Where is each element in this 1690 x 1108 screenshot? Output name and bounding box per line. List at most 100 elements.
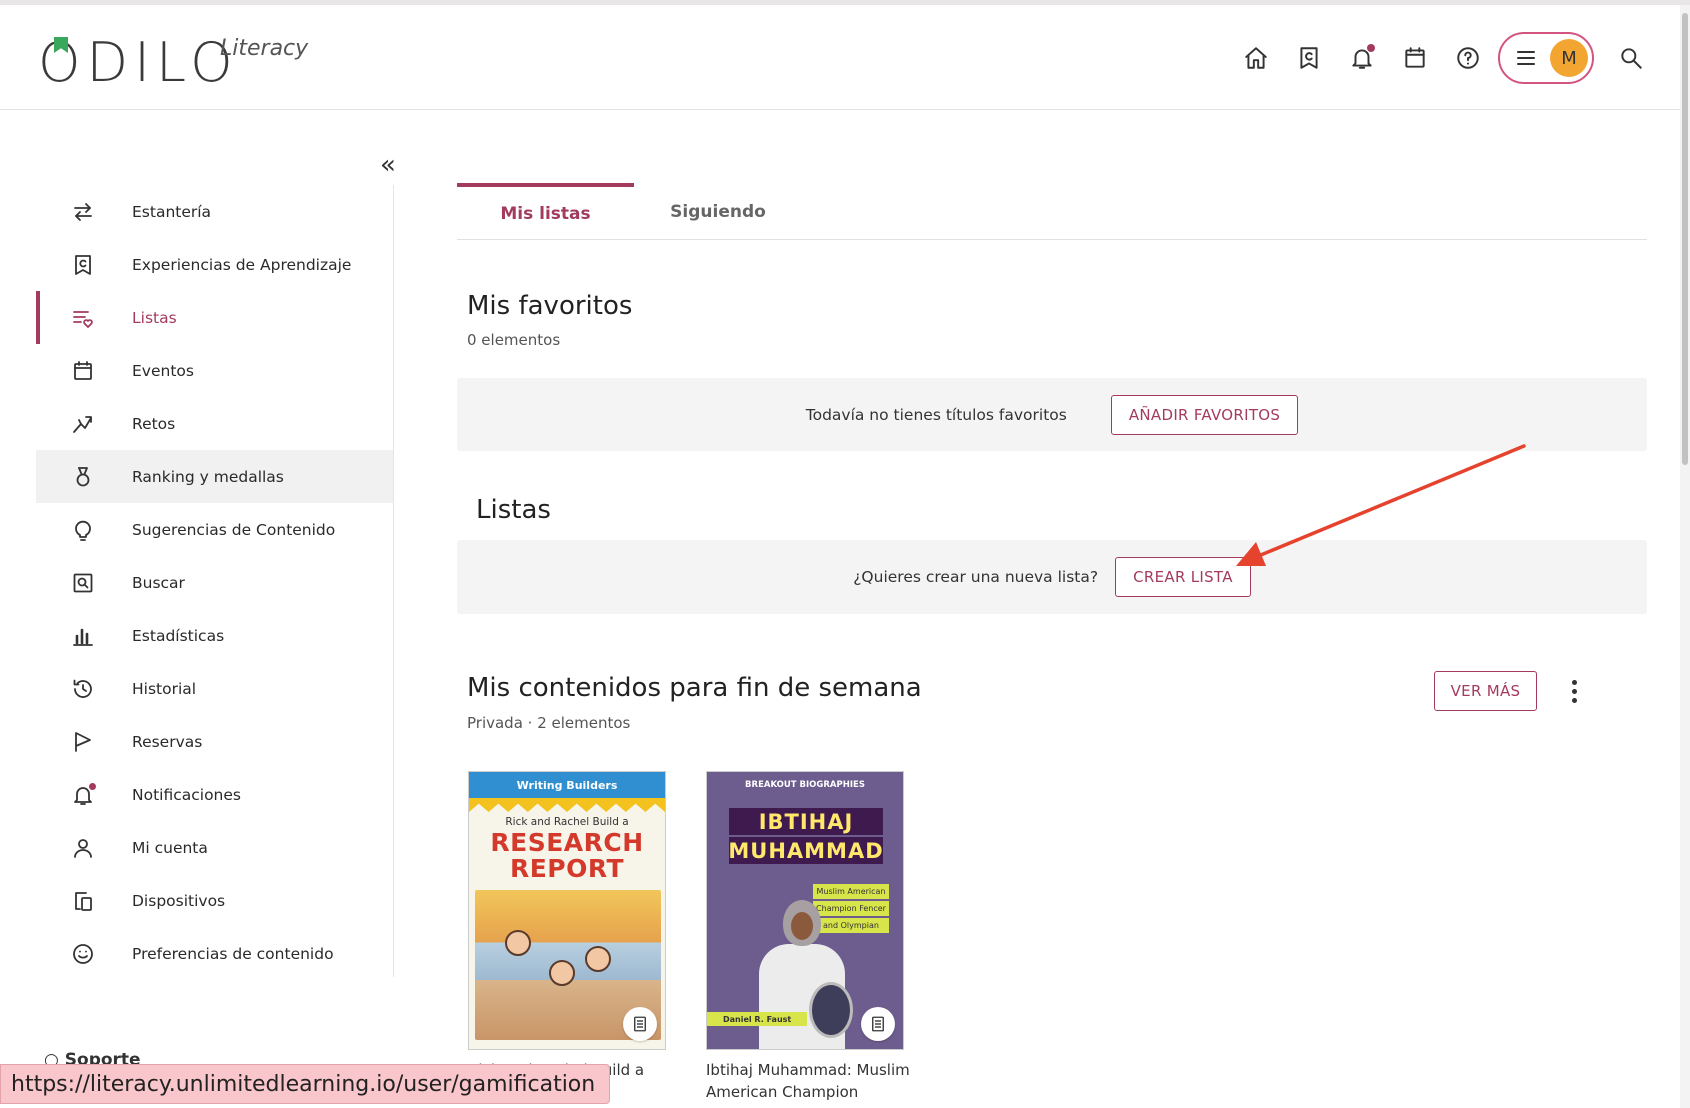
create-list-panel: ¿Quieres crear una nueva lista? CREAR LI… [457, 540, 1647, 614]
book-caption[interactable]: Ibtihaj Muhammad: Muslim American Champi… [706, 1059, 916, 1103]
cover-subtitle: Rick and Rachel Build a [505, 816, 629, 828]
sidebar-item-notificaciones[interactable]: Notificaciones [36, 768, 393, 821]
sidebar-item-reservas[interactable]: Reservas [36, 715, 393, 768]
document-icon [872, 1016, 884, 1032]
medal-icon [70, 464, 96, 490]
sidebar-item-label: Reservas [132, 732, 203, 751]
kebab-dot [1571, 697, 1577, 703]
lists-tabs: Mis listas Siguiendo [457, 183, 1647, 240]
weekend-list-meta: Privada · 2 elementos [467, 714, 631, 732]
sidebar-item-mi-cuenta[interactable]: Mi cuenta [36, 821, 393, 874]
help-button[interactable] [1453, 43, 1483, 73]
sidebar-item-label: Estadísticas [132, 626, 225, 645]
sidebar-item-historial[interactable]: Historial [36, 662, 393, 715]
cover-title-line: MUHAMMAD [728, 837, 884, 864]
see-more-button[interactable]: VER MÁS [1434, 671, 1537, 711]
sidebar-item-dispositivos[interactable]: Dispositivos [36, 874, 393, 927]
create-list-button[interactable]: CREAR LISTA [1115, 557, 1251, 597]
sidebar-item-label: Notificaciones [132, 785, 241, 804]
tab-siguiendo[interactable]: Siguiendo [657, 183, 779, 240]
hamburger-icon [1517, 51, 1535, 65]
sidebar-item-label: Retos [132, 414, 176, 433]
sidebar-item-label: Estantería [132, 202, 212, 221]
sidebar-item-sugerencias[interactable]: Sugerencias de Contenido [36, 503, 393, 556]
sidebar-item-label: Mi cuenta [132, 838, 208, 857]
odilo-logo[interactable]: ODILO Literacy [38, 33, 318, 93]
cover-series: Writing Builders [469, 772, 665, 798]
sidebar-item-retos[interactable]: Retos [36, 397, 393, 450]
calendar-icon [70, 358, 96, 384]
sidebar-item-label: Preferencias de contenido [132, 944, 334, 963]
sidebar-item-label: Ranking y medallas [132, 467, 284, 486]
sidebar-item-estadisticas[interactable]: Estadísticas [36, 609, 393, 662]
lists-title: Listas [476, 495, 551, 525]
events-button[interactable] [1400, 43, 1430, 73]
sidebar-item-listas[interactable]: Listas [36, 291, 393, 344]
sidebar-item-ranking[interactable]: Ranking y medallas [36, 450, 393, 503]
top-header: ODILO Literacy M [0, 5, 1680, 110]
favorites-title: Mis favoritos [467, 291, 633, 321]
smile-icon [70, 941, 96, 967]
create-list-prompt: ¿Quieres crear una nueva lista? [853, 568, 1099, 586]
kebab-dot [1571, 679, 1577, 685]
home-icon [1245, 47, 1267, 69]
bell-icon [70, 782, 96, 808]
bookmark-c-icon [70, 252, 96, 278]
book-cover-research-report[interactable]: Writing Builders Rick and Rachel Build a… [468, 771, 666, 1050]
document-icon [634, 1016, 646, 1032]
notification-dot [89, 782, 96, 790]
home-button[interactable] [1241, 43, 1271, 73]
ebook-badge [861, 1007, 895, 1041]
flag-icon [70, 729, 96, 755]
sidebar-item-buscar[interactable]: Buscar [36, 556, 393, 609]
add-favorites-button[interactable]: AÑADIR FAVORITOS [1110, 394, 1299, 435]
tab-mis-listas[interactable]: Mis listas [457, 183, 634, 240]
search-button[interactable] [1616, 43, 1646, 73]
bar-chart-icon [70, 623, 96, 649]
sidebar-item-eventos[interactable]: Eventos [36, 344, 393, 397]
cover-title: RESEARCH REPORT [469, 830, 665, 882]
sidebar-item-label: Dispositivos [132, 891, 226, 910]
cover-illustration-kid [585, 946, 611, 972]
notifications-button[interactable] [1347, 43, 1377, 73]
sidebar-nav: Estantería Experiencias de Aprendizaje L… [36, 185, 393, 980]
favorites-count: 0 elementos [467, 331, 561, 349]
sidebar-item-label: Experiencias de Aprendizaje [132, 255, 352, 274]
more-options-button[interactable] [1564, 675, 1584, 707]
cover-series: BREAKOUT BIOGRAPHIES [745, 780, 865, 790]
cover-title-line: IBTIHAJ [729, 808, 883, 835]
weekend-list-title: Mis contenidos para fin de semana [467, 673, 922, 703]
lightbulb-icon [70, 517, 96, 543]
sidebar-item-label: Historial [132, 679, 197, 698]
sidebar-item-preferencias[interactable]: Preferencias de contenido [36, 927, 393, 980]
challenge-icon [70, 411, 96, 437]
bookmark-c-icon [1300, 47, 1318, 69]
scrollbar[interactable] [1680, 5, 1690, 1108]
sidebar-item-estanteria[interactable]: Estantería [36, 185, 393, 238]
sidebar-item-experiencias[interactable]: Experiencias de Aprendizaje [36, 238, 393, 291]
user-menu-button[interactable]: M [1498, 32, 1594, 84]
favorites-empty-text: Todavía no tienes títulos favoritos [805, 405, 1067, 424]
sidebar-item-label: Sugerencias de Contenido [132, 520, 336, 539]
link-status-bar: https://literacy.unlimitedlearning.io/us… [0, 1064, 611, 1104]
sidebar-item-label: Buscar [132, 573, 185, 592]
collapse-sidebar-button[interactable]: « [380, 150, 396, 180]
cover-tag: Muslim American [813, 884, 889, 899]
search-icon [1621, 48, 1642, 69]
swap-icon [70, 199, 96, 225]
sidebar-item-label: Eventos [132, 361, 194, 380]
scrollbar-thumb[interactable] [1682, 13, 1688, 465]
user-icon [70, 835, 96, 861]
book-cover-ibtihaj-muhammad[interactable]: BREAKOUT BIOGRAPHIES IBTIHAJ MUHAMMAD Mu… [706, 771, 904, 1050]
cover-illustration-kid [549, 960, 575, 986]
learning-experiences-button[interactable] [1294, 43, 1324, 73]
history-icon [70, 676, 96, 702]
cover-zigzag-band [469, 798, 665, 812]
notification-dot [1367, 44, 1375, 52]
portrait-face [791, 912, 813, 940]
logo-subtitle: Literacy [220, 36, 309, 61]
devices-icon [70, 888, 96, 914]
cover-author: Daniel R. Faust [707, 1012, 807, 1026]
sidebar-divider [393, 185, 394, 977]
help-icon [1457, 47, 1479, 69]
